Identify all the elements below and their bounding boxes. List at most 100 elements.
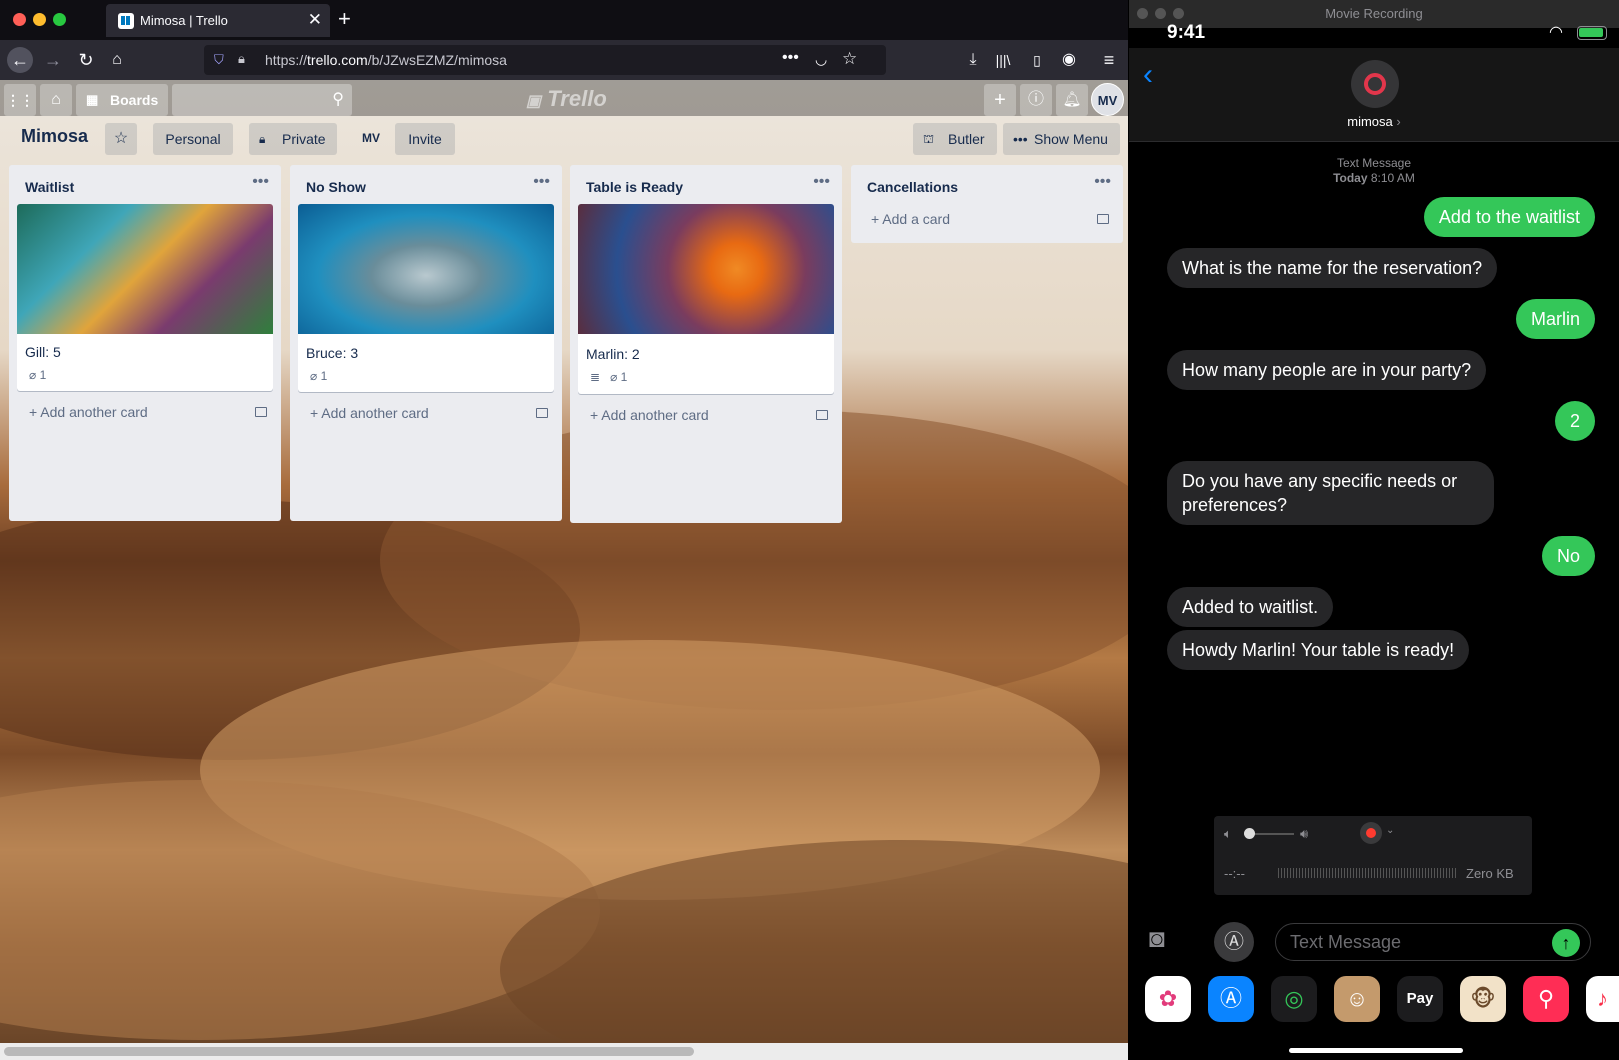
page-actions-icon[interactable]: ••• [782,49,799,67]
horizontal-scrollbar[interactable] [0,1043,1128,1060]
url-bar[interactable]: ⛉ 🔒︎ https://trello.com/b/JZwsEZMZ/mimos… [204,45,886,75]
volume-low-icon: 🔈︎ [1224,826,1232,841]
list-title[interactable]: Cancellations [867,179,958,195]
chevron-down-icon[interactable]: ⌄ [1386,825,1394,836]
notifications-bell-icon[interactable]: 🔔︎ [1056,84,1088,116]
card-gill[interactable]: Gill: 5 ⌀ 1 [17,204,273,391]
message-bubble-out[interactable]: Add to the waitlist [1423,197,1595,237]
new-tab-icon[interactable]: + [338,6,351,32]
bookmark-star-icon[interactable]: ☆ [842,49,857,69]
boards-button[interactable]: ▦ Boards [76,84,168,116]
music-app-icon[interactable]: ♪ [1586,976,1619,1022]
message-bubble-in[interactable]: Added to waitlist. [1167,587,1334,627]
member-avatar[interactable]: MV [362,131,380,145]
minimize-window-button[interactable] [33,13,46,26]
close-window-button[interactable] [13,13,26,26]
send-arrow-icon[interactable]: ↑ [1552,929,1580,957]
card-template-icon[interactable] [536,408,548,418]
text-message-input[interactable]: Text Message ↑ [1275,923,1591,961]
user-avatar[interactable]: MV [1091,83,1124,116]
animoji-monkey-icon[interactable]: 🐵︎ [1460,976,1506,1022]
url-text: https://trello.com/b/JZwsEZMZ/mimosa [265,52,507,68]
paperclip-icon: ⌀ [610,370,618,384]
card-template-icon[interactable] [1097,214,1109,224]
contact-avatar[interactable] [1351,60,1399,108]
shield-icon[interactable]: ⛉ [214,52,224,68]
message-bubble-out[interactable]: 2 [1554,401,1595,441]
board-title[interactable]: Mimosa [21,126,88,147]
lock-icon: 🔒︎ [259,132,266,146]
search-icon[interactable]: ⚲ [332,89,344,109]
home-icon[interactable]: ⌂ [104,47,130,73]
message-bubble-in[interactable]: How many people are in your party? [1167,350,1487,390]
sidebar-icon[interactable]: ▯ [1024,47,1050,73]
message-bubble-in[interactable]: Howdy Marlin! Your table is ready! [1167,630,1470,670]
add-another-card-button[interactable]: + Add another card [29,404,148,420]
list-menu-icon[interactable]: ••• [252,173,269,191]
web-search-app-icon[interactable]: ⚲ [1523,976,1569,1022]
card-template-icon[interactable] [255,407,267,417]
minimize-window-button[interactable] [1155,8,1166,19]
reload-icon[interactable]: ↻ [73,47,99,73]
star-board-icon[interactable]: ☆ [105,123,137,155]
close-window-button[interactable] [1137,8,1148,19]
create-plus-icon[interactable]: + [984,84,1016,116]
add-another-card-button[interactable]: + Add another card [310,405,429,421]
lock-icon[interactable]: 🔒︎ [238,51,245,67]
activity-app-icon[interactable]: ◎ [1271,976,1317,1022]
apps-grid-icon[interactable]: ⋮⋮ [4,84,36,116]
back-chevron-icon[interactable]: ‹ [1143,58,1153,92]
trello-logo[interactable]: ▣ Trello [526,86,607,112]
window-title-text: Movie Recording [1325,6,1423,21]
message-bubble-in[interactable]: Do you have any specific needs or prefer… [1167,461,1494,525]
add-card-button[interactable]: + Add a card [871,211,950,227]
card-template-icon[interactable] [816,410,828,420]
volume-slider[interactable] [1244,828,1294,839]
trello-favicon-icon [118,13,134,29]
list-menu-icon[interactable]: ••• [1094,173,1111,191]
personal-button[interactable]: Personal [153,123,233,155]
home-indicator[interactable] [1289,1048,1463,1053]
record-button[interactable] [1360,822,1382,844]
apple-pay-icon[interactable]: Pay [1397,976,1443,1022]
downloads-icon[interactable]: ⤓ [960,47,986,73]
message-bubble-out[interactable]: Marlin [1515,299,1595,339]
memoji-app-icon[interactable]: ☺ [1334,976,1380,1022]
zoom-window-button[interactable] [1173,8,1184,19]
info-icon[interactable]: ⓘ [1020,84,1052,116]
close-tab-icon[interactable]: ✕ [308,10,322,30]
photos-app-icon[interactable]: ✿ [1145,976,1191,1022]
zoom-window-button[interactable] [53,13,66,26]
show-menu-button[interactable]: ••• Show Menu [1003,123,1120,155]
list-title[interactable]: No Show [306,179,366,195]
list-menu-icon[interactable]: ••• [813,173,830,191]
home-button-icon[interactable]: ⌂ [40,84,72,116]
contact-name[interactable]: mimosa › [1129,114,1619,129]
volume-knob[interactable] [1244,828,1255,839]
account-icon[interactable]: ◉ [1056,47,1082,73]
message-bubble-out[interactable]: No [1541,536,1595,576]
pocket-icon[interactable]: ◡ [815,51,827,68]
message-bubble-in[interactable]: What is the name for the reservation? [1167,248,1498,288]
app-store-icon[interactable]: Ⓐ [1214,922,1254,962]
add-card-label: Add another card [40,404,148,420]
app-menu-icon[interactable]: ≡ [1096,47,1122,73]
app-store-app-icon[interactable]: Ⓐ [1208,976,1254,1022]
forward-icon[interactable]: → [40,47,66,73]
back-icon[interactable]: ← [7,47,33,73]
butler-button[interactable]: ⛫ Butler [913,123,997,155]
library-icon[interactable]: |||\ [990,47,1016,73]
list-title[interactable]: Waitlist [25,179,74,195]
camera-icon[interactable]: ◙ [1149,923,1165,954]
card-cover-image [578,204,834,334]
browser-tab[interactable]: Mimosa | Trello ✕ [106,4,330,37]
invite-button[interactable]: Invite [395,123,455,155]
trello-search-input[interactable]: ⚲ [172,84,352,116]
scrollbar-thumb[interactable] [4,1047,694,1056]
private-button[interactable]: 🔒︎ Private [249,123,337,155]
list-menu-icon[interactable]: ••• [533,173,550,191]
add-another-card-button[interactable]: + Add another card [590,407,709,423]
card-bruce[interactable]: Bruce: 3 ⌀ 1 [298,204,554,392]
list-title[interactable]: Table is Ready [586,179,683,195]
card-marlin[interactable]: Marlin: 2 ≣ ⌀ 1 [578,204,834,394]
